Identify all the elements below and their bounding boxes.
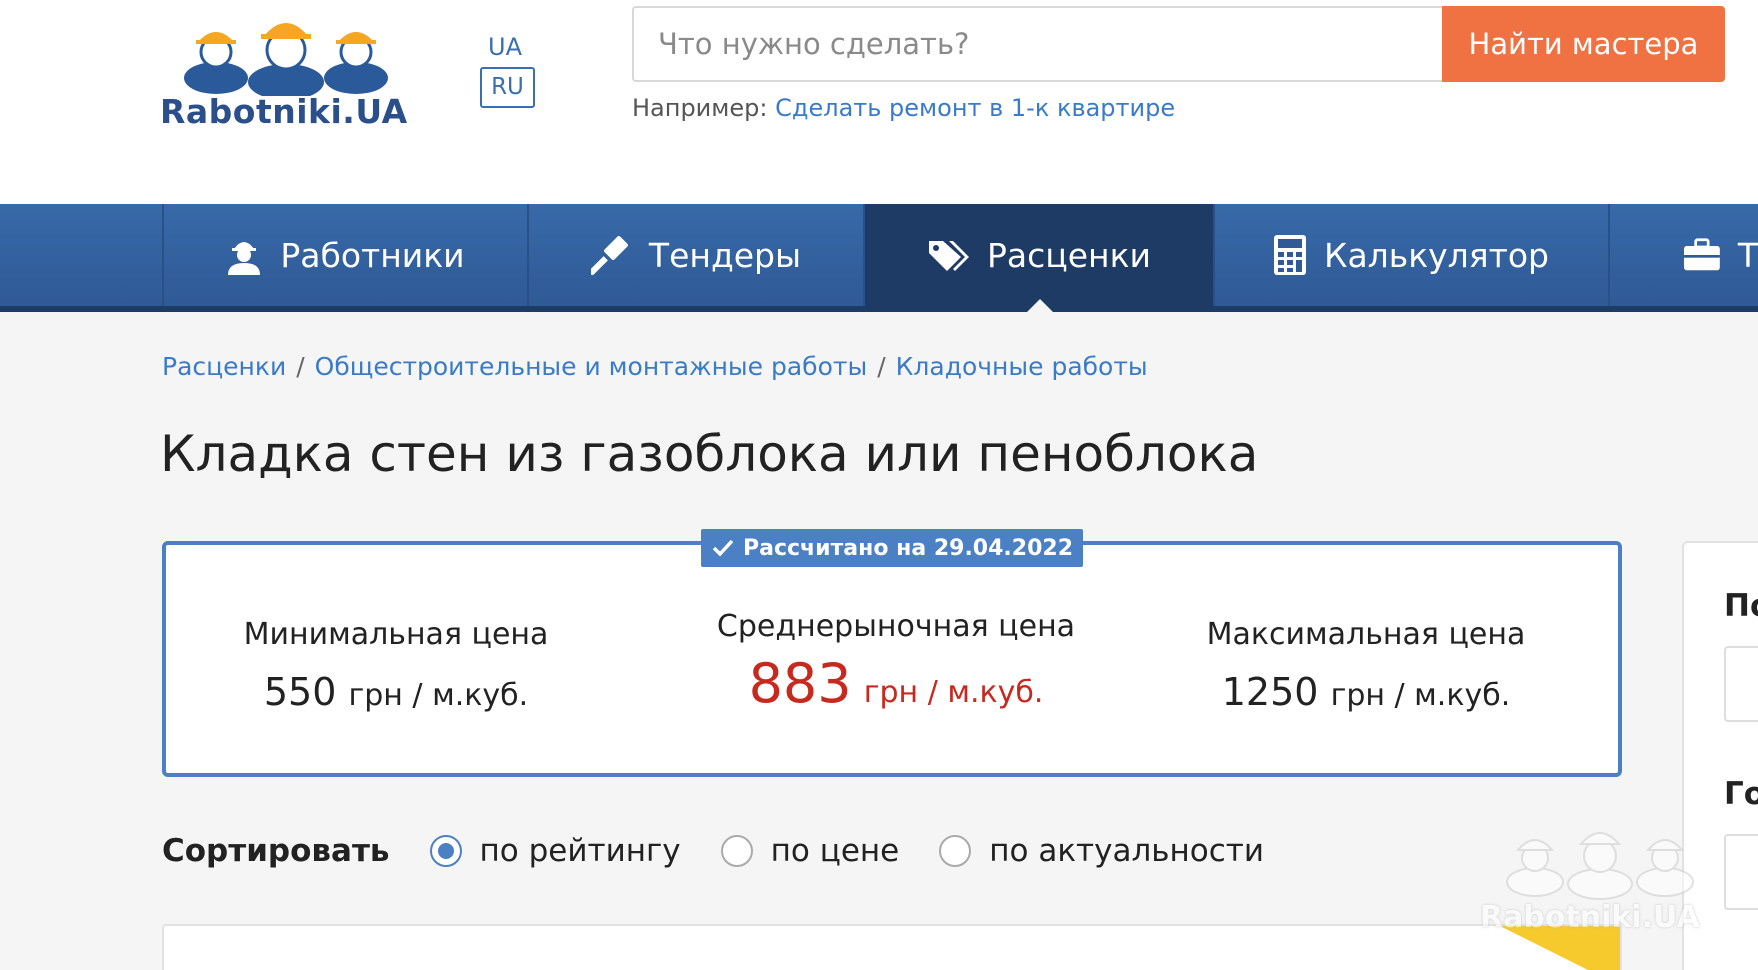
sort-label: Сортировать xyxy=(162,833,390,869)
breadcrumb-link-masonry[interactable]: Кладочные работы xyxy=(896,352,1148,381)
nav-item-label: Работники xyxy=(280,235,465,275)
main-nav: Работники Тендеры Расценки Калькулятор Т xyxy=(0,204,1758,312)
lang-ua-link[interactable]: UA xyxy=(488,33,522,61)
sidebar-search-field[interactable] xyxy=(1724,646,1758,722)
breadcrumb-separator: / xyxy=(296,352,305,381)
sidebar-city-field[interactable] xyxy=(1724,834,1758,910)
breadcrumb: Расценки / Общестроительные и монтажные ра… xyxy=(162,352,1148,381)
calculated-date-text: Рассчитано на 29.04.2022 xyxy=(742,535,1074,561)
max-price-block: Максимальная цена 1250 грн / м.куб. xyxy=(1186,617,1546,714)
breadcrumb-separator: / xyxy=(877,352,886,381)
calculated-date-badge: Рассчитано на 29.04.2022 xyxy=(701,529,1083,567)
sort-option-relevance[interactable]: по актуальности xyxy=(939,833,1264,869)
sort-option-rating[interactable]: по рейтингу xyxy=(429,833,681,869)
site-logo[interactable]: Rabotniki.UA xyxy=(160,6,413,136)
watermark-logo-icon xyxy=(1506,832,1694,900)
sort-option-label: по актуальности xyxy=(989,833,1265,869)
result-card[interactable] xyxy=(162,924,1622,970)
tags-icon xyxy=(929,241,969,271)
nav-item-label: Т xyxy=(1737,235,1758,275)
worker-icon xyxy=(228,242,261,275)
sort-option-label: по цене xyxy=(770,833,900,869)
nav-item-prices[interactable]: Расценки xyxy=(863,204,1213,306)
nav-item-calculator[interactable]: Калькулятор xyxy=(1213,204,1608,306)
briefcase-icon xyxy=(1684,238,1720,271)
min-price-block: Минимальная цена 550 грн / м.куб. xyxy=(226,617,566,714)
gavel-icon xyxy=(590,236,628,275)
watermark: Rabotniki.UA xyxy=(1480,816,1725,936)
breadcrumb-link-construction[interactable]: Общестроительные и монтажные работы xyxy=(315,352,868,381)
nav-item-tenders[interactable]: Тендеры xyxy=(527,204,863,306)
avg-price-unit: грн / м.куб. xyxy=(863,675,1044,710)
max-price-unit: грн / м.куб. xyxy=(1330,678,1511,713)
sort-option-label: по рейтингу xyxy=(479,833,681,869)
min-price-value: 550 грн / м.куб. xyxy=(226,670,566,714)
site-header: Rabotniki.UA UA RU Найти мастера Наприме… xyxy=(0,0,1758,204)
sort-radio-price[interactable] xyxy=(720,835,753,867)
avg-price-label: Среднерыночная цена xyxy=(716,609,1076,644)
sort-controls: Сортировать по рейтингу по цене по актуа… xyxy=(162,828,1304,874)
breadcrumb-link-prices[interactable]: Расценки xyxy=(162,352,286,381)
max-price-label: Максимальная цена xyxy=(1206,617,1526,652)
watermark-text: Rabotniki.UA xyxy=(1480,900,1700,935)
sort-option-price[interactable]: по цене xyxy=(720,833,900,869)
lang-ru-active[interactable]: RU xyxy=(480,67,535,108)
sort-radio-relevance[interactable] xyxy=(939,835,972,867)
search-example: Например: Сделать ремонт в 1-к квартире xyxy=(632,94,1175,122)
max-price-value: 1250 грн / м.куб. xyxy=(1186,670,1546,714)
find-master-button[interactable]: Найти мастера xyxy=(1442,6,1725,82)
nav-item-label: Расценки xyxy=(987,235,1151,275)
sidebar-heading: Го xyxy=(1724,776,1758,812)
avg-price-block: Среднерыночная цена 883 грн / м.куб. xyxy=(706,609,1086,715)
search-input[interactable] xyxy=(632,6,1444,82)
avg-price-value: 883 грн / м.куб. xyxy=(706,652,1086,715)
sort-radio-rating[interactable] xyxy=(429,835,462,867)
checkmark-icon xyxy=(712,539,734,557)
page-title: Кладка стен из газоблока или пеноблока xyxy=(160,425,1259,483)
logo-text: Rabotniki.UA xyxy=(160,92,408,131)
max-price-number: 1250 xyxy=(1221,670,1319,714)
nav-item-workers[interactable]: Работники xyxy=(162,204,527,306)
sidebar-heading: По xyxy=(1724,588,1758,624)
min-price-label: Минимальная цена xyxy=(243,617,549,652)
nav-item-label: Тендеры xyxy=(648,235,802,275)
avg-price-number: 883 xyxy=(748,652,852,715)
nav-item-label: Калькулятор xyxy=(1324,235,1549,275)
example-prefix: Например: xyxy=(632,94,768,122)
calculator-icon xyxy=(1274,235,1307,275)
example-link[interactable]: Сделать ремонт в 1-к квартире xyxy=(775,94,1175,122)
min-price-number: 550 xyxy=(263,670,337,714)
active-nav-pointer xyxy=(1026,299,1054,313)
min-price-unit: грн / м.куб. xyxy=(348,678,529,713)
nav-item-more[interactable]: Т xyxy=(1608,204,1758,306)
price-summary-box: Минимальная цена 550 грн / м.куб. Средне… xyxy=(162,541,1622,777)
workers-logo-icon xyxy=(184,23,388,100)
